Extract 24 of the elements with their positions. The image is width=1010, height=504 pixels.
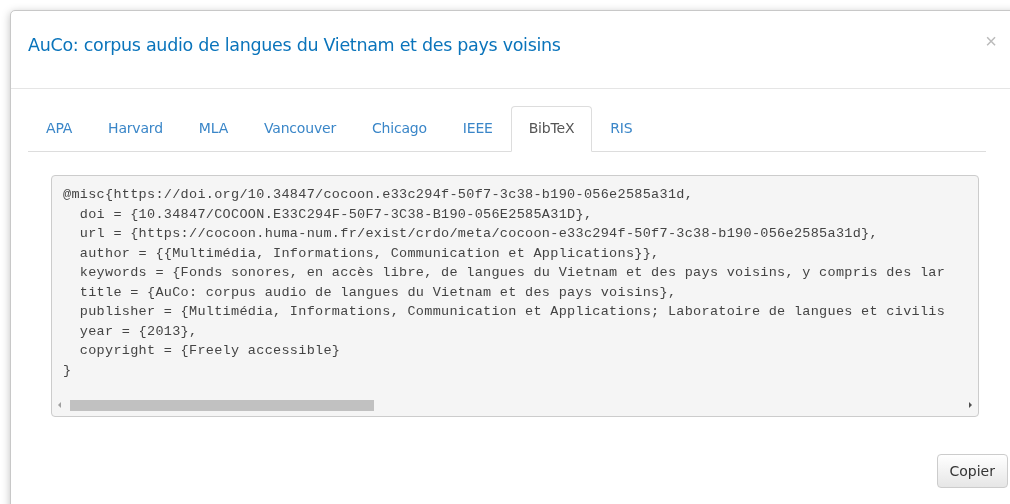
citation-tab[interactable]: Harvard (90, 106, 181, 151)
copy-button[interactable]: Copier (936, 454, 1008, 488)
citation-tab[interactable]: Chicago (353, 106, 445, 151)
citation-tab[interactable]: Vancouver (246, 106, 354, 151)
citation-tab[interactable]: BibTeX (510, 106, 593, 152)
citation-tab[interactable]: IEEE (444, 106, 511, 151)
code-line: } (63, 361, 73, 380)
code-line: doi = {10.34847/COCOON.E33C294F-50F7-3C38-B190-056E2585A31D}, (78, 205, 594, 224)
code-line: title = {AuCo: corpus audio de langues du Vietnam et des pays voisins}, (78, 283, 678, 302)
code-line: url = {https://cocoon.huma-num.fr/exist/crdo/meta/cocoon-e33c294f-50f7-3c38-b190-056e2585a31d}, (78, 225, 879, 243)
scroll-right-icon[interactable] (966, 401, 974, 409)
code-line: year = {2013}, (78, 322, 199, 341)
code-line: keywords = {Fonds sonores, en accès libre, de langues du Vietnam et des pays voisins, y compris des lar (78, 264, 947, 282)
code-line: @misc{https://doi.org/10.34847/cocoon.e33c294f-50f7-3c38-b190-056e2585a31d, (63, 186, 695, 204)
scrollbar-thumb[interactable] (70, 399, 374, 411)
code-line: publisher = {Multimédia, Informations, Communication et Applications; Laboratoire de langues et civilis (78, 303, 947, 321)
scroll-left-icon[interactable] (56, 401, 64, 409)
code-line: author = {{Multimédia, Informations, Communication et Applications}}, (78, 244, 661, 263)
citation-tab[interactable]: RIS (592, 106, 651, 151)
citation-tab[interactable]: APA (28, 106, 91, 151)
dialog-title: AuCo: corpus audio de langues du Vietnam et des pays voisins (28, 35, 561, 55)
code-line: copyright = {Freely accessible} (78, 342, 342, 360)
citation-tab[interactable]: MLA (180, 106, 247, 151)
horizontal-scrollbar[interactable] (56, 398, 974, 412)
